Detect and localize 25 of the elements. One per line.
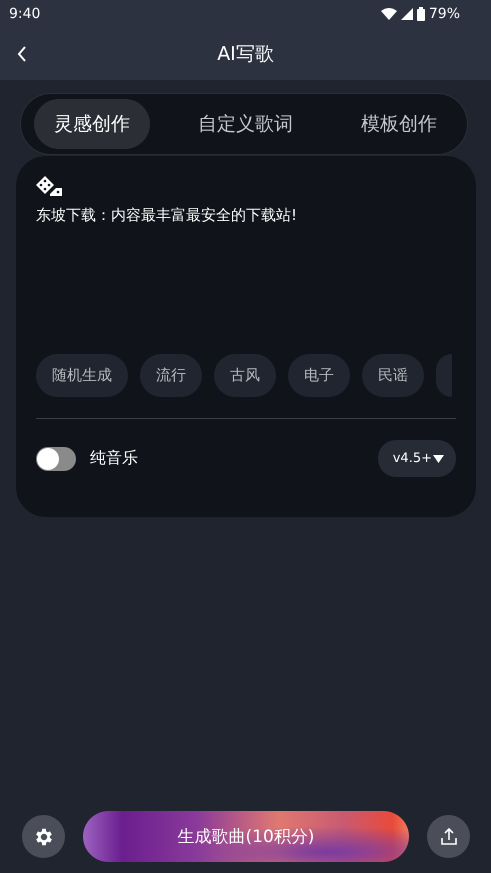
settings-button[interactable] [22, 815, 65, 858]
tab[interactable]: 灵感创作 [34, 99, 150, 149]
signal-icon [400, 8, 413, 20]
toggle-label: 纯音乐 [90, 448, 139, 469]
genre-chip[interactable]: 古风 [214, 354, 276, 397]
genre-chip[interactable]: 民谣 [362, 354, 424, 397]
tab[interactable]: 模板创作 [341, 99, 457, 149]
genre-chip[interactable]: 随机生成 [36, 354, 128, 397]
battery-percent: 79% [428, 6, 460, 22]
genre-chip[interactable]: 流行 [140, 354, 202, 397]
caret-icon [433, 454, 444, 462]
generate-button[interactable]: 生成歌曲(10积分) [83, 811, 409, 862]
prompt-text-area[interactable]: 东坡下载：内容最丰富最安全的下载站! [36, 206, 456, 354]
wifi-icon [380, 8, 397, 20]
toggle-switch[interactable] [36, 446, 76, 470]
dice-icon[interactable] [36, 176, 62, 196]
tab[interactable]: 自定义歌词 [178, 99, 313, 149]
battery-icon [416, 7, 425, 21]
status-time: 9:40 [9, 6, 40, 22]
back-icon[interactable] [17, 46, 27, 62]
page-title: AI写歌 [217, 42, 274, 67]
model-dropdown[interactable]: v4.5+ [378, 440, 456, 477]
upload-icon [438, 826, 458, 846]
genre-chip[interactable]: 电子 [288, 354, 350, 397]
share-button[interactable] [427, 815, 470, 858]
